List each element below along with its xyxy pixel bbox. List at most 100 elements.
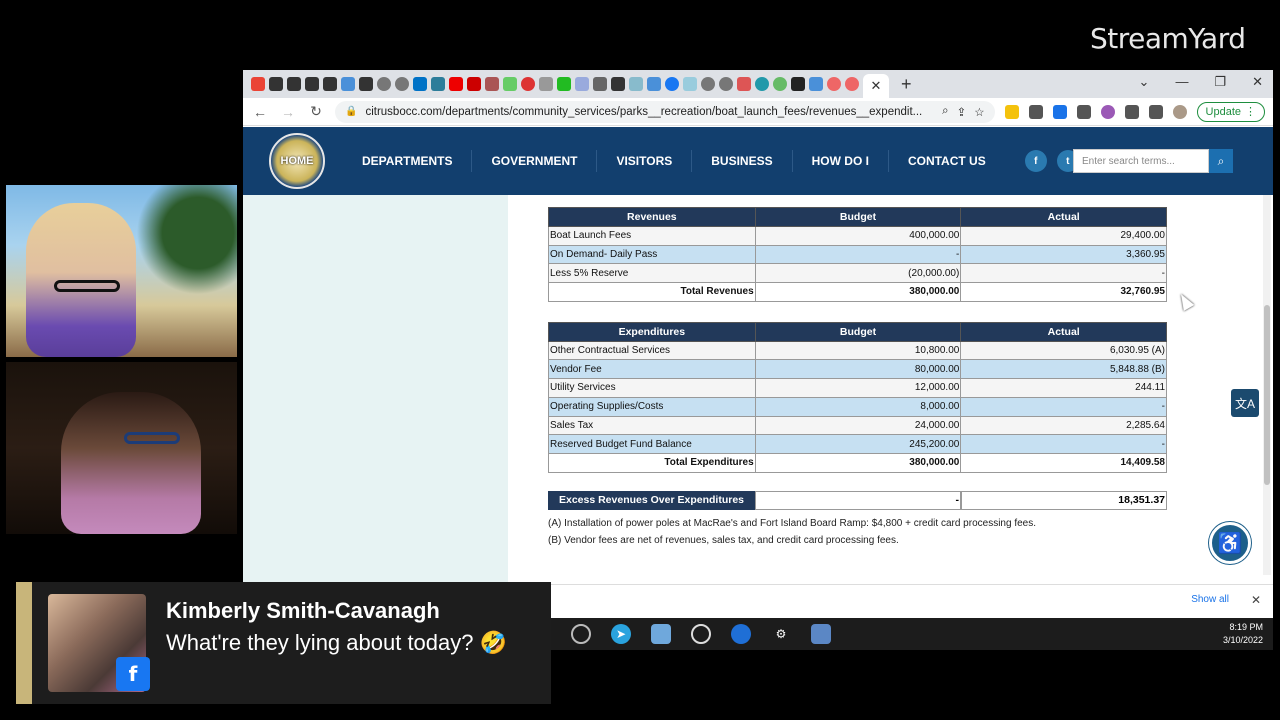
comment-message: What're they lying about today? 🤣	[166, 630, 507, 655]
tab-icon[interactable]	[647, 77, 661, 91]
tab-icon[interactable]	[629, 77, 643, 91]
extension-icon[interactable]	[1052, 104, 1067, 119]
tab-icon[interactable]	[521, 77, 535, 91]
extension-icon[interactable]	[1028, 104, 1043, 119]
tab-icon[interactable]	[305, 77, 319, 91]
update-button[interactable]: Update ⋮	[1196, 101, 1265, 122]
reading-list-icon[interactable]	[1148, 104, 1163, 119]
tab-icon[interactable]	[485, 77, 499, 91]
cortana-icon[interactable]	[571, 624, 591, 644]
tab-icon[interactable]	[431, 77, 445, 91]
tab-icon[interactable]	[287, 77, 301, 91]
extension-icon[interactable]	[1004, 104, 1019, 119]
facebook-icon[interactable]: f	[1024, 150, 1047, 172]
globe-tab-icon[interactable]	[395, 77, 409, 91]
reload-icon[interactable]: ↻	[307, 103, 325, 120]
total-row: Total Expenditures 380,000.00 14,409.58	[548, 452, 1167, 473]
youtube-tab-icon[interactable]	[449, 77, 463, 91]
budget-cell: (20,000.00)	[754, 263, 962, 284]
google-tab-icon[interactable]	[845, 77, 859, 91]
streamyard-logo: StreamYard	[1090, 22, 1246, 55]
address-bar[interactable]: 🔒 citrusbocc.com/departments/community_s…	[335, 100, 995, 123]
new-tab-button[interactable]: +	[901, 74, 912, 95]
extensions-puzzle-icon[interactable]	[1124, 104, 1139, 119]
lock-icon[interactable]: 🔒	[345, 106, 357, 117]
globe-tab-icon[interactable]	[377, 77, 391, 91]
tab-icon[interactable]	[737, 77, 751, 91]
app-icon[interactable]	[811, 624, 831, 644]
minimize-icon[interactable]: —	[1175, 74, 1188, 90]
tab-icon[interactable]	[341, 77, 355, 91]
accessibility-icon[interactable]: ♿	[1209, 522, 1251, 564]
tab-icon[interactable]	[809, 77, 823, 91]
nav-visitors[interactable]: VISITORS	[597, 150, 693, 172]
budget-cell: 8,000.00	[754, 396, 962, 417]
actual-cell: 29,400.00	[960, 226, 1167, 246]
budget-cell: 400,000.00	[754, 226, 962, 246]
tab-icon[interactable]	[593, 77, 607, 91]
tab-icon[interactable]	[791, 77, 805, 91]
forward-icon[interactable]: →	[279, 104, 297, 120]
nav-departments[interactable]: DEPARTMENTS	[343, 150, 473, 172]
tab-icon[interactable]	[611, 77, 625, 91]
glasses	[54, 280, 120, 292]
table-header: Budget	[754, 321, 962, 342]
tab-icon[interactable]	[773, 77, 787, 91]
tab-icon[interactable]	[269, 77, 283, 91]
tab-icon[interactable]	[575, 77, 589, 91]
outlook-tab-icon[interactable]	[413, 77, 427, 91]
close-downloads-icon[interactable]: ✕	[1251, 593, 1261, 607]
page-scrollbar[interactable]	[1263, 195, 1271, 575]
bookmark-star-icon[interactable]: ☆	[974, 105, 984, 119]
gmail-tab-icon[interactable]	[251, 77, 265, 91]
profile-avatar[interactable]	[1172, 104, 1187, 119]
back-icon[interactable]: ←	[251, 104, 269, 120]
tab-icon[interactable]	[323, 77, 337, 91]
extension-icon[interactable]	[1076, 104, 1091, 119]
obs-icon[interactable]	[691, 624, 711, 644]
site-search-input[interactable]: Enter search terms...	[1073, 149, 1209, 173]
window-controls: ⌄ — ❐ ✕	[1139, 74, 1263, 90]
restore-icon[interactable]: ❐	[1214, 74, 1226, 90]
messenger-icon[interactable]	[731, 624, 751, 644]
tab-icon[interactable]	[539, 77, 553, 91]
share-icon[interactable]: ⇪	[957, 105, 967, 119]
tab-icon[interactable]	[467, 77, 481, 91]
county-seal-logo[interactable]: HOME	[269, 133, 325, 189]
telegram-icon[interactable]: ➤	[611, 624, 631, 644]
globe-tab-icon[interactable]	[719, 77, 733, 91]
active-tab-close-button[interactable]: ✕	[863, 74, 889, 98]
translate-icon[interactable]: 文A	[1231, 389, 1259, 417]
search-icon[interactable]: ⌕	[1209, 149, 1233, 173]
nav-how-do-i[interactable]: HOW DO I	[793, 150, 889, 172]
facebook-tab-icon[interactable]	[665, 77, 679, 91]
url-text[interactable]: citrusbocc.com/departments/community_ser…	[365, 106, 934, 118]
scroll-thumb[interactable]	[1264, 305, 1270, 485]
total-label: Total Revenues	[548, 282, 756, 302]
close-window-icon[interactable]: ✕	[1252, 74, 1263, 90]
tab-icon[interactable]	[557, 77, 571, 91]
system-clock[interactable]: 8:19 PM 3/10/2022	[1223, 621, 1263, 647]
nav-business[interactable]: BUSINESS	[692, 150, 793, 172]
extension-icon[interactable]	[1100, 104, 1115, 119]
show-all-downloads-link[interactable]: Show all	[1191, 594, 1229, 605]
nav-contact-us[interactable]: CONTACT US	[889, 150, 1005, 172]
row-label: On Demand- Daily Pass	[548, 244, 756, 265]
google-tab-icon[interactable]	[827, 77, 841, 91]
tab-search-icon[interactable]: ⌄	[1139, 74, 1150, 90]
webcam-host-1	[6, 185, 237, 357]
globe-tab-icon[interactable]	[701, 77, 715, 91]
settings-gear-icon[interactable]: ⚙	[771, 624, 791, 644]
tab-icon[interactable]	[683, 77, 697, 91]
tab-icon[interactable]	[755, 77, 769, 91]
tab-icon[interactable]	[359, 77, 373, 91]
app-icon[interactable]	[651, 624, 671, 644]
budget-cell: 245,200.00	[754, 434, 962, 454]
mouse-cursor-icon	[1175, 291, 1195, 311]
nav-government[interactable]: GOVERNMENT	[472, 150, 598, 172]
row-label: Less 5% Reserve	[548, 263, 756, 284]
tab-icon[interactable]	[503, 77, 517, 91]
search-icon[interactable]: ⌕	[942, 105, 948, 118]
stream-frame: { "overlay": { "brand": "StreamYard" }, …	[0, 0, 1280, 720]
total-label: Total Expenditures	[548, 452, 756, 473]
